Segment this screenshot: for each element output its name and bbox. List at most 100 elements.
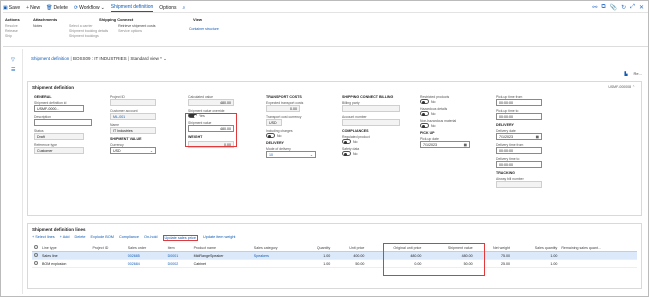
pickup-time-to-field[interactable]: 00:00:00 <box>496 113 542 120</box>
new-button[interactable]: + New <box>26 5 40 11</box>
products-group: Restricted products No Hazardous details… <box>420 95 470 151</box>
save-button[interactable]: ▣ Save <box>3 5 20 11</box>
related-link[interactable]: Re... <box>634 71 642 76</box>
delivery-time-to-field[interactable]: 00:00:00 <box>496 161 542 168</box>
column-header[interactable]: Item <box>165 244 192 252</box>
project-id-field <box>110 99 156 106</box>
link-icon[interactable]: ⚯ <box>592 4 597 11</box>
top-right-tools: ▙ Re... <box>624 71 642 76</box>
pickup-time-from-field[interactable]: 00:00:00 <box>496 99 542 106</box>
tab-options[interactable]: Options <box>159 5 176 11</box>
delivery-time-from-field[interactable]: 00:00:00 <box>496 147 542 154</box>
ship-button[interactable]: Ship <box>5 34 20 39</box>
record-id: USMF-000008 <box>608 85 632 89</box>
left-nav: ▽ ☰ <box>3 49 23 294</box>
mode-of-delivery-select[interactable]: 10 ⌄ <box>266 151 316 158</box>
close-icon[interactable]: ✕ <box>639 4 644 11</box>
attach-icon[interactable]: 📎 <box>610 4 617 11</box>
office-icon[interactable]: ⧉ <box>601 4 605 11</box>
tab-shipment-definition[interactable]: Shipment definition <box>110 4 154 12</box>
shipment-definition-section: Shipment definition USMF-000008 ⌃ Genera… <box>27 81 642 216</box>
column-header[interactable]: Unit price <box>332 244 367 252</box>
nonhazardous-material-toggle[interactable]: No <box>420 123 470 128</box>
table-row[interactable]: Sales line 002685 D0001 MidRangeSpeaker … <box>32 251 637 260</box>
select-lines-button[interactable]: + Select lines <box>32 235 55 241</box>
plus-icon: + <box>26 4 30 11</box>
column-header[interactable]: Quantity <box>301 244 333 252</box>
refresh-icon[interactable]: ↻ <box>621 4 626 11</box>
shipping-connect-billing-group: Shipping Connect billing Billing party A… <box>342 95 400 159</box>
shipment-definition-id-field[interactable]: USMF-0000... <box>34 105 84 112</box>
calendar-icon[interactable]: ▦ <box>536 135 539 139</box>
column-header[interactable]: Sales quantity <box>512 244 560 252</box>
delivery-date-field[interactable]: 7/1/2023 ▦ <box>496 133 542 140</box>
popout-icon[interactable]: ⤢ <box>630 4 635 11</box>
row-checkbox[interactable] <box>34 253 38 257</box>
including-charges-toggle[interactable]: No <box>266 133 316 138</box>
column-header[interactable]: Project ID <box>90 244 126 252</box>
column-header[interactable]: Line type <box>40 244 91 252</box>
compliance-button[interactable]: Compliance <box>119 235 139 241</box>
service-options-button[interactable]: Service options <box>118 29 155 34</box>
container-structure-button[interactable]: Container structure <box>189 27 219 32</box>
delete-button[interactable]: 🗑 Delete <box>46 5 68 11</box>
breadcrumb-link[interactable]: Shipment definition <box>31 56 69 61</box>
add-line-button[interactable]: + Add <box>60 235 70 241</box>
app-window: ▣ Save + New 🗑 Delete ⟳ Workflow ⌄ Shipment d… <box>0 0 649 297</box>
chevron-down-icon: ⌄ <box>309 153 313 157</box>
description-field[interactable] <box>34 119 92 126</box>
ribbon-group-shipping-connect: Shipping Connect Select a carrier Shipme… <box>69 17 156 39</box>
filter-icon[interactable]: ▽ <box>11 57 15 63</box>
billing-party-field <box>342 105 400 112</box>
delete-line-button[interactable]: Delete <box>75 235 86 241</box>
section-title: Shipment definition <box>32 85 74 90</box>
save-icon: ▣ <box>3 4 8 11</box>
column-header[interactable]: Product name <box>191 244 252 252</box>
chevron-down-icon: ⌄ <box>100 4 105 11</box>
on-hold-button[interactable]: On-hold <box>144 235 158 241</box>
pickup-delivery-group: Pick-up time from 00:00:00 Pick-up time … <box>496 95 542 191</box>
window-controls: ⚯ ⧉ 📎 ↻ ⤢ ✕ <box>592 4 644 11</box>
ribbon-group-actions: Actions Resolve Release Ship <box>5 17 20 39</box>
status-field: Draft <box>34 133 84 140</box>
chart-icon[interactable]: ▙ <box>624 71 627 76</box>
safety-data-toggle[interactable]: No <box>342 151 400 156</box>
calendar-icon[interactable]: ▦ <box>464 143 467 147</box>
currency-select[interactable]: USD ⌄ <box>110 147 156 154</box>
action-toolbar: ▣ Save + New 🗑 Delete ⟳ Workflow ⌄ Shipment d… <box>3 3 648 13</box>
chevron-down-icon: ⌄ <box>163 56 167 61</box>
highlight-box <box>185 113 237 147</box>
table-row[interactable]: BOM explosion 002684 D0002 Cabinet 1.00 … <box>32 259 637 268</box>
header-row: Line type Project ID Sales order Item Pr… <box>32 244 637 252</box>
notes-button[interactable]: Notes <box>33 24 57 29</box>
lines-title: Shipment definition lines <box>32 227 86 232</box>
pickup-date-field[interactable]: 7/1/2023 ▦ <box>420 141 470 148</box>
update-item-weight-button[interactable]: Update item weight <box>203 235 236 241</box>
customer-name-field: IT Industries <box>110 127 156 134</box>
shipment-bookings-button[interactable]: Shipment bookings <box>69 34 108 39</box>
account-number-field <box>342 119 400 126</box>
airway-bill-field <box>496 181 542 188</box>
workflow-button[interactable]: ⟳ Workflow ⌄ <box>74 5 105 11</box>
list-icon[interactable]: ☰ <box>11 67 15 73</box>
highlight-box <box>383 243 485 276</box>
restricted-products-toggle[interactable]: No <box>420 99 470 104</box>
select-all-checkbox[interactable] <box>32 244 40 252</box>
chevron-up-icon[interactable]: ⌃ <box>632 85 635 89</box>
calculated-value-field: 480.00 <box>188 99 234 106</box>
regulated-product-toggle[interactable]: No <box>342 139 400 144</box>
workflow-icon: ⟳ <box>73 4 79 11</box>
explode-bom-button[interactable]: Explode BOM <box>91 235 114 241</box>
view-selector[interactable]: Standard view * <box>130 56 162 61</box>
row-checkbox[interactable] <box>34 261 38 265</box>
shipment-lines-section: Shipment definition lines + Select lines… <box>27 223 642 289</box>
column-header[interactable]: Sales category <box>251 244 302 252</box>
column-header[interactable]: Remaining sales quant... <box>559 244 637 252</box>
update-sales-price-button[interactable]: Update sales price <box>162 235 198 241</box>
customer-account-field[interactable]: ML-001 <box>110 113 156 120</box>
hazardous-details-toggle[interactable]: No <box>420 111 470 116</box>
column-header[interactable]: Sales order <box>125 244 166 252</box>
reference-type-field: Customer <box>34 147 84 154</box>
search-button[interactable]: ⌕ <box>183 5 187 11</box>
chevron-down-icon: ⌄ <box>149 149 153 153</box>
